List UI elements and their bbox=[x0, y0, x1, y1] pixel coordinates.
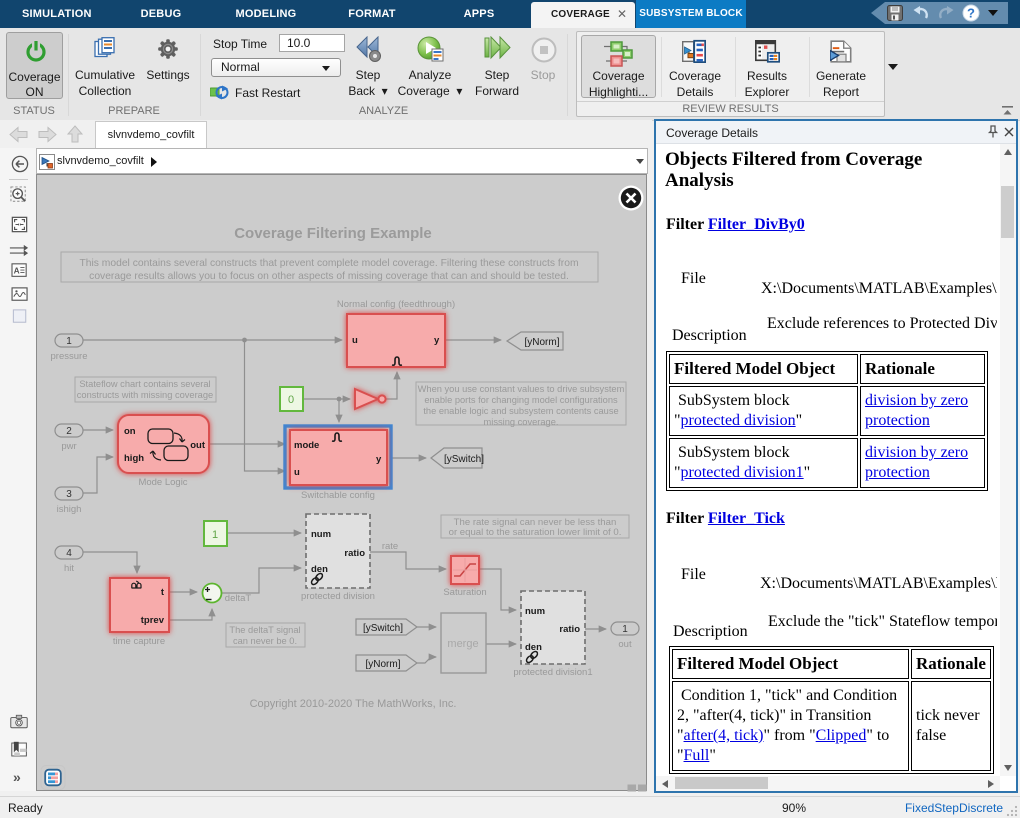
svg-text:A: A bbox=[14, 265, 20, 275]
svg-text:Mode Logic: Mode Logic bbox=[138, 477, 187, 488]
svg-text:[yNorm]: [yNorm] bbox=[366, 659, 401, 670]
svg-text:y: y bbox=[376, 454, 382, 465]
svg-text:rate: rate bbox=[382, 541, 398, 552]
svg-text:the enable logic and subsystem: the enable logic and subsystem contents … bbox=[423, 406, 618, 416]
svg-text:1: 1 bbox=[212, 529, 218, 541]
svg-text:1: 1 bbox=[66, 336, 72, 347]
svg-text:hit: hit bbox=[64, 563, 74, 574]
svg-text:on: on bbox=[124, 426, 136, 437]
svg-text:mode: mode bbox=[294, 440, 319, 451]
svg-text:?: ? bbox=[967, 6, 975, 21]
svg-text:constructs with missing covera: constructs with missing coverage bbox=[77, 390, 213, 400]
svg-text:u: u bbox=[352, 335, 358, 346]
svg-text:ishigh: ishigh bbox=[57, 504, 82, 515]
svg-text:[ySwitch]: [ySwitch] bbox=[444, 454, 484, 465]
svg-text:high: high bbox=[124, 453, 144, 464]
svg-text:can never be 0.: can never be 0. bbox=[233, 636, 297, 646]
svg-text:merge: merge bbox=[447, 638, 478, 650]
svg-text:ratio: ratio bbox=[344, 548, 365, 559]
svg-text:Copyright 2010-2020 The MathWo: Copyright 2010-2020 The MathWorks, Inc. bbox=[250, 698, 457, 710]
svg-text:out: out bbox=[190, 440, 206, 451]
svg-text:protected division1: protected division1 bbox=[513, 667, 592, 678]
svg-text:missing coverage.: missing coverage. bbox=[484, 417, 559, 427]
svg-text:[yNorm]: [yNorm] bbox=[525, 337, 560, 348]
svg-text:1: 1 bbox=[622, 624, 628, 635]
svg-text:4: 4 bbox=[66, 548, 72, 559]
svg-text:Normal config (feedthrough): Normal config (feedthrough) bbox=[337, 299, 455, 310]
svg-text:pwr: pwr bbox=[61, 441, 76, 452]
svg-text:2: 2 bbox=[66, 426, 72, 437]
svg-text:num: num bbox=[311, 529, 331, 540]
svg-text:deltaT: deltaT bbox=[225, 593, 252, 604]
svg-text:ratio: ratio bbox=[559, 624, 580, 635]
svg-text:0: 0 bbox=[288, 394, 294, 406]
svg-text:u: u bbox=[294, 467, 300, 478]
svg-text:time capture: time capture bbox=[113, 636, 165, 647]
svg-text:This model contains several co: This model contains several constructs t… bbox=[79, 258, 578, 269]
svg-text:tprev: tprev bbox=[141, 615, 165, 626]
svg-text:y: y bbox=[434, 335, 440, 346]
svg-text:protected division: protected division bbox=[301, 591, 375, 602]
svg-text:enable ports for changing mode: enable ports for changing model configur… bbox=[424, 395, 618, 405]
svg-text:out: out bbox=[618, 639, 632, 650]
svg-text:[ySwitch]: [ySwitch] bbox=[363, 623, 403, 634]
svg-text:When you use constant values t: When you use constant values to drive su… bbox=[418, 384, 625, 394]
svg-text:The deltaT signal: The deltaT signal bbox=[229, 625, 300, 635]
svg-text:Coverage Filtering Example: Coverage Filtering Example bbox=[234, 225, 432, 242]
svg-text:num: num bbox=[525, 606, 545, 617]
svg-text:3: 3 bbox=[66, 489, 72, 500]
svg-text:Switchable config: Switchable config bbox=[301, 490, 375, 501]
svg-text:coverage results allows you to: coverage results allows you to focus on … bbox=[89, 271, 569, 282]
svg-text:or equal to the saturation low: or equal to the saturation lower limit o… bbox=[449, 527, 622, 538]
svg-text:pressure: pressure bbox=[51, 351, 88, 362]
svg-text:Stateflow chart contains sever: Stateflow chart contains several bbox=[79, 379, 210, 389]
svg-text:Saturation: Saturation bbox=[443, 587, 486, 598]
